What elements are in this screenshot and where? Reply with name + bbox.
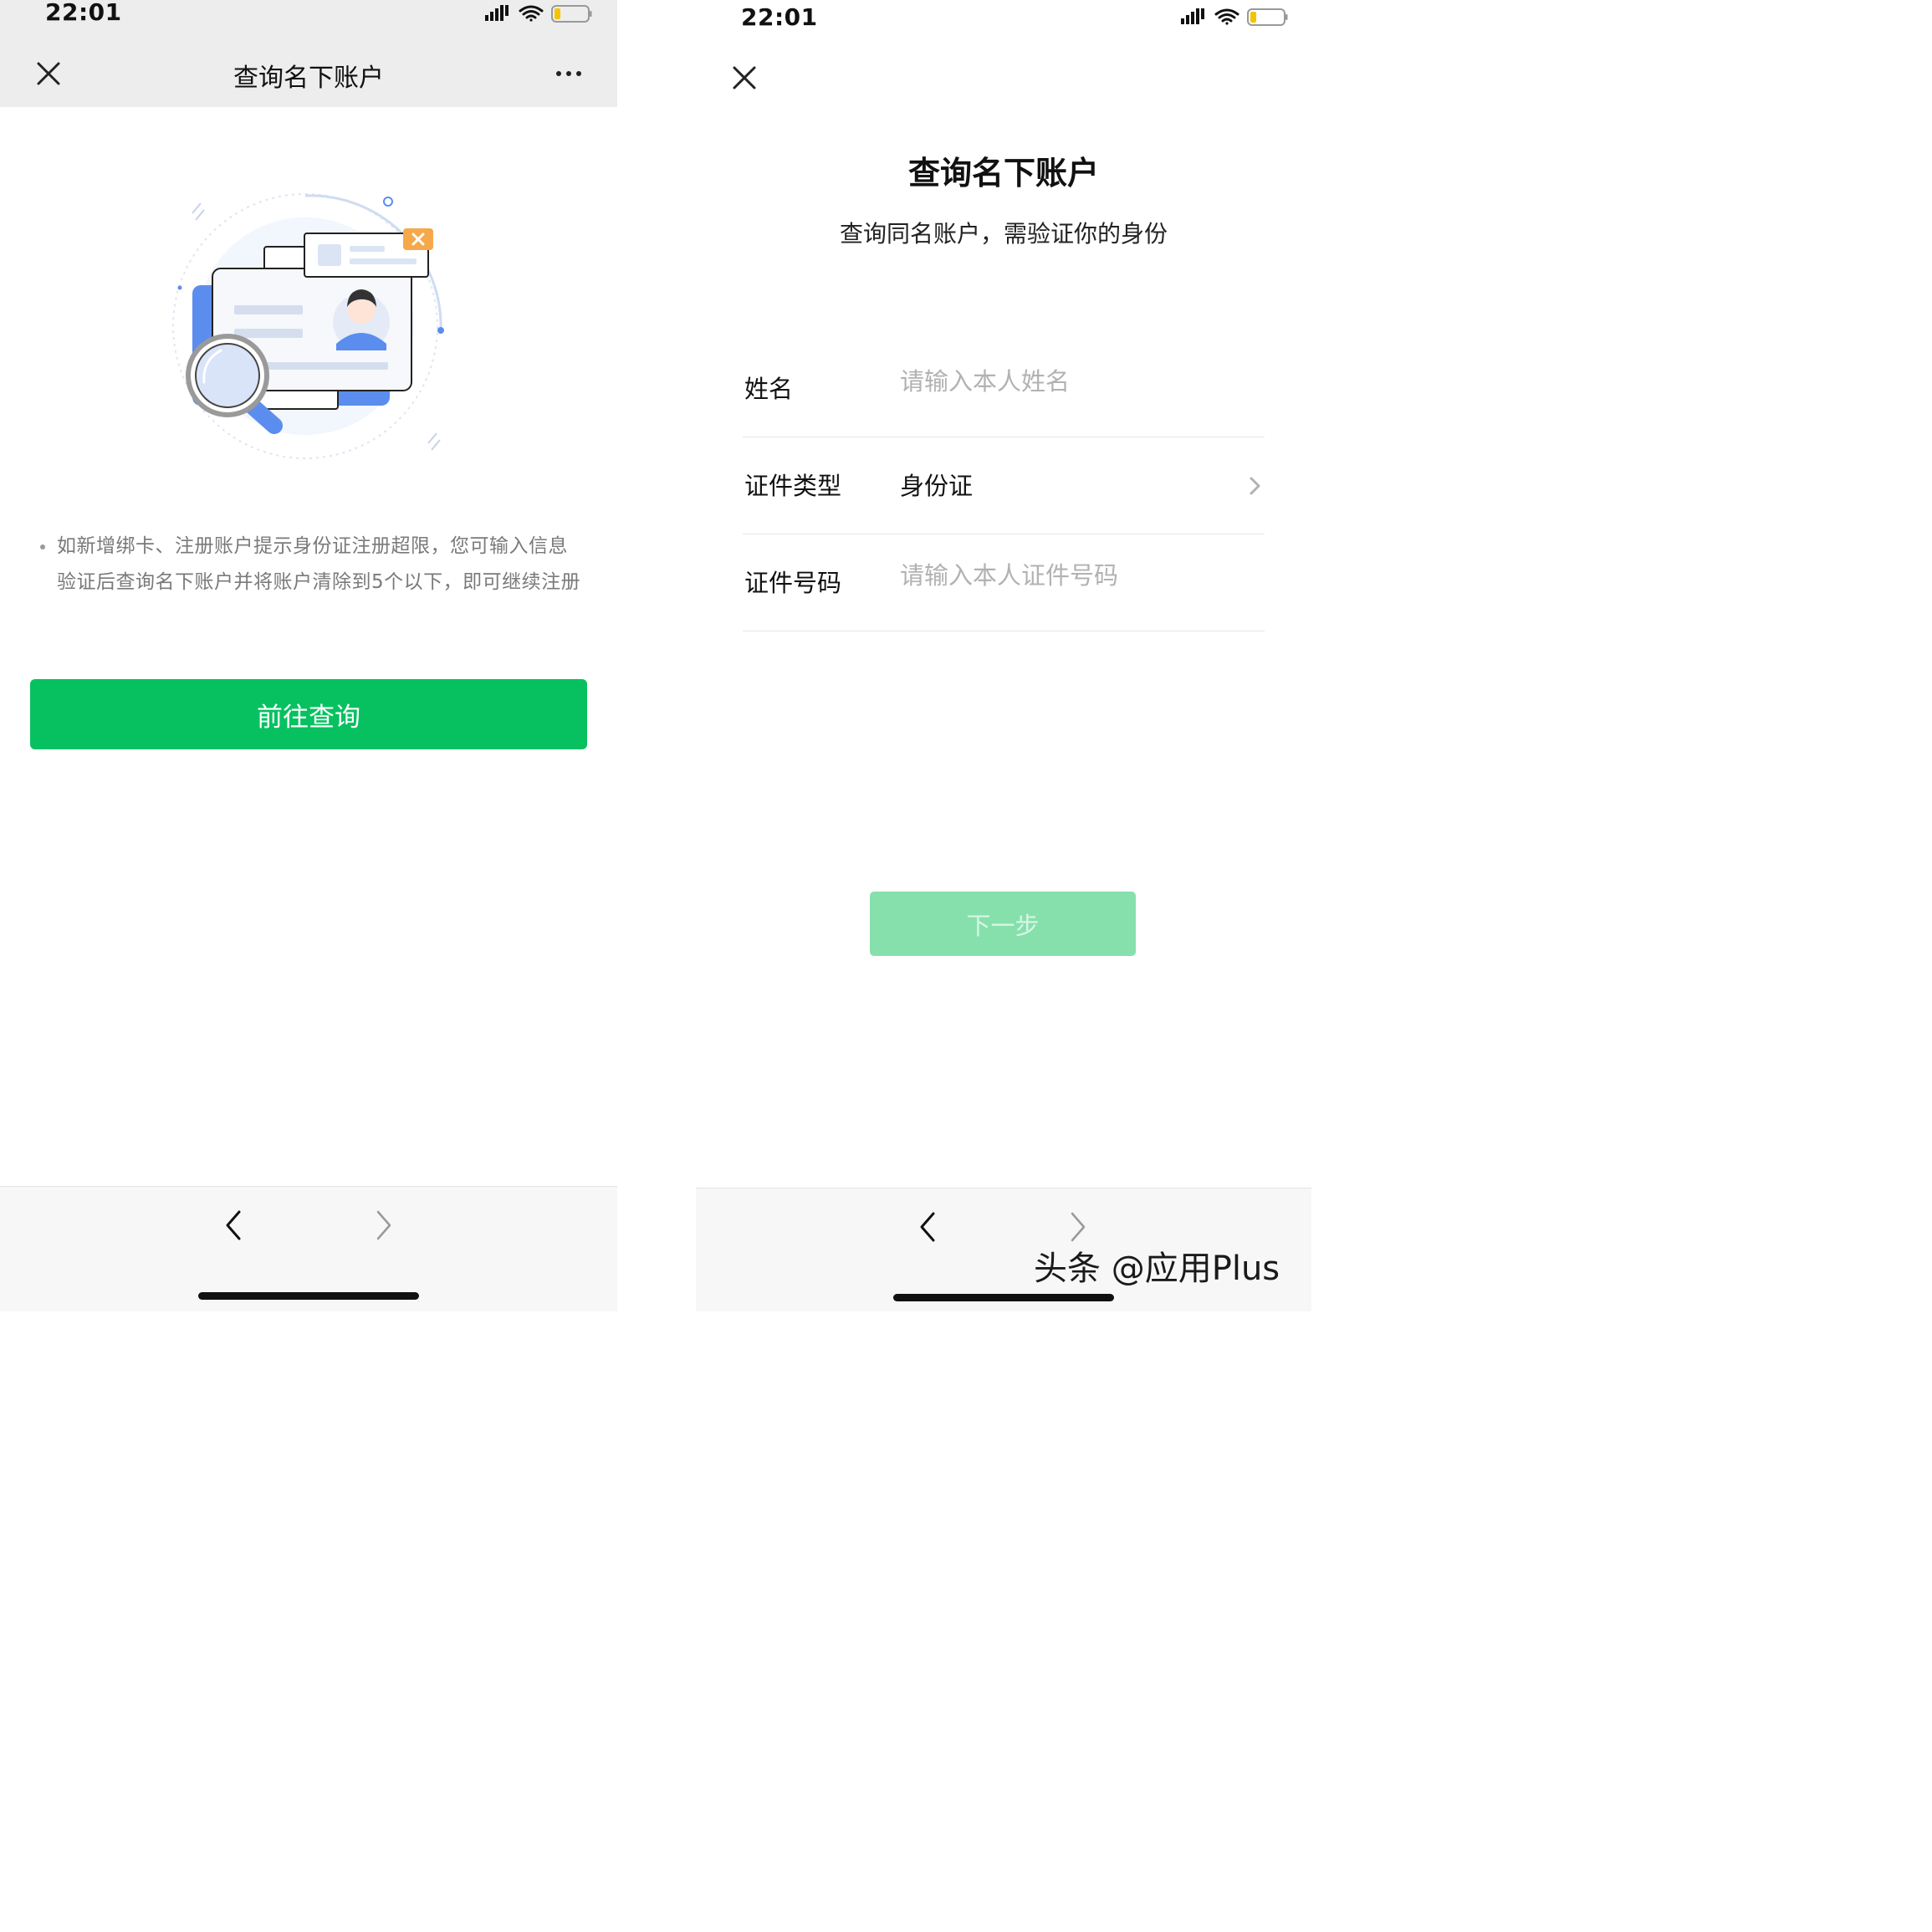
close-icon[interactable] [728,61,761,95]
notice-text: 如新增绑卡、注册账户提示身份证注册超限，您可输入信息验证后查询名下账户并将账户清… [40,529,584,601]
id-number-row: 证件号码 [743,534,1265,631]
status-bar: 22:01 [696,0,1311,33]
more-icon[interactable] [552,57,585,90]
status-bar: 22:01 [0,0,617,33]
id-type-row[interactable]: 证件类型 身份证 [743,437,1265,534]
page-title: 查询名下账户 [233,64,384,93]
name-input[interactable] [900,361,1251,401]
forward-arrow-icon[interactable] [1061,1210,1094,1244]
watermark: 头条 @应用Plus [1034,1250,1280,1288]
signal-icon [1181,8,1204,24]
status-time: 22:01 [741,3,818,31]
signal-icon [485,5,509,21]
id-card-search-illustration [172,193,444,459]
status-time: 22:01 [45,0,122,26]
status-icons [485,5,592,23]
go-query-button[interactable]: 前往查询 [30,679,587,749]
notice-body: 如新增绑卡、注册账户提示身份证注册超限，您可输入信息验证后查询名下账户并将账户清… [57,535,581,593]
name-row: 姓名 [743,340,1265,437]
id-number-input[interactable] [900,555,1251,595]
wifi-icon [1214,8,1239,25]
bullet-dot [40,544,45,549]
name-label: 姓名 [744,375,794,403]
home-indicator [198,1292,419,1300]
id-type-value: 身份证 [900,472,974,500]
battery-icon [1247,8,1288,26]
top-navbar: 22:01 查询名下账户 [0,0,617,107]
id-type-label: 证件类型 [744,472,842,500]
page-subtitle: 查询同名账户，需验证你的身份 [839,220,1168,248]
next-step-button[interactable]: 下一步 [870,892,1136,956]
status-icons [1181,8,1288,26]
back-arrow-icon[interactable] [217,1209,251,1242]
forward-arrow-icon[interactable] [366,1209,400,1242]
back-arrow-icon[interactable] [912,1210,945,1244]
home-indicator [893,1294,1114,1301]
wifi-icon [519,5,544,22]
id-number-label: 证件号码 [744,569,842,597]
chevron-right-icon [1250,477,1260,495]
battery-icon [551,5,592,23]
bottom-toolbar [0,1186,617,1311]
right-screen: 22:01 查询名下账户 查询同名账户，需验证你的身份 姓名 证 [696,0,1311,1311]
left-screen: 22:01 查询名下账户 如新增绑卡、注册账户提示身份证注册超限，您可输入信息验… [0,0,617,1311]
page-title: 查询名下账户 [907,155,1099,192]
